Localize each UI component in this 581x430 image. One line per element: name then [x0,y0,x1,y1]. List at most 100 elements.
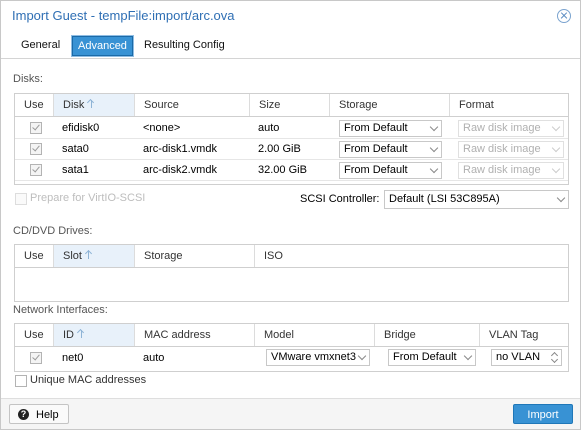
bridge-select[interactable]: From Default [388,349,476,366]
chevron-down-icon [463,351,473,361]
col-use-label: Use [24,329,44,341]
col-bridge[interactable]: Bridge [375,324,480,346]
bridge-value: From Default [393,351,457,363]
disk-name: sata0 [62,143,89,155]
col-source-label: Source [144,99,179,111]
scsi-controller-value: Default (LSI 53C895A) [389,193,500,205]
disk-name: sata1 [62,164,89,176]
col-id[interactable]: ID [54,324,135,346]
col-use-label: Use [24,250,44,262]
disk-source: arc-disk2.vmdk [143,164,217,176]
col-source[interactable]: Source [135,94,250,116]
sort-ascending-icon [87,99,95,109]
spinner-arrows-icon[interactable] [551,351,558,364]
storage-select[interactable]: From Default [339,141,442,158]
sort-ascending-icon [85,250,93,260]
col-use[interactable]: Use [15,245,54,267]
chevron-down-icon [551,122,561,132]
use-checkbox[interactable] [30,164,42,176]
unique-mac-checkbox[interactable] [15,375,27,387]
chevron-down-icon [429,122,439,132]
col-slot-label: Slot [63,250,82,262]
disk-source: <none> [143,122,181,134]
disk-size: 2.00 GiB [258,143,301,155]
col-use-label: Use [24,99,44,111]
scsi-controller-label: SCSI Controller: [300,193,380,205]
chevron-down-icon [556,193,566,203]
col-model-label: Model [264,329,294,341]
vlan-tag-spinner[interactable]: no VLAN [491,349,562,366]
col-disk[interactable]: Disk [54,94,135,116]
use-checkbox[interactable] [30,143,42,155]
col-disk-label: Disk [63,99,85,111]
format-value: Raw disk image [463,122,541,134]
col-use[interactable]: Use [15,324,54,346]
col-slot[interactable]: Slot [54,245,135,267]
format-value: Raw disk image [463,164,541,176]
col-storage[interactable]: Storage [135,245,255,267]
col-bridge-label: Bridge [384,329,416,341]
disk-name: efidisk0 [62,122,100,134]
prepare-virtio-checkbox [15,193,27,205]
dialog-title: Import Guest - tempFile:import/arc.ova [12,8,235,23]
format-value: Raw disk image [463,143,541,155]
network-grid-header: Use ID MAC address Model Bridge VLAN Tag [15,324,568,347]
col-use[interactable]: Use [15,94,54,116]
use-checkbox[interactable] [30,352,42,364]
model-value: VMware vmxnet3 [271,351,356,363]
mac-address: auto [143,352,165,364]
disks-section-label: Disks: [13,73,43,85]
dialog-footer: ? Help Import [1,398,580,429]
col-id-label: ID [63,329,74,341]
tab-bar: General Advanced Resulting Config [1,34,580,59]
tab-resulting-config[interactable]: Resulting Config [139,36,230,54]
unique-mac-label: Unique MAC addresses [30,374,147,386]
storage-select[interactable]: From Default [339,120,442,137]
col-mac-label: MAC address [144,329,211,341]
chevron-down-icon [429,143,439,153]
storage-value: From Default [344,143,408,155]
col-format[interactable]: Format [450,94,568,116]
col-iso-label: ISO [264,250,283,262]
col-model[interactable]: Model [255,324,375,346]
col-size[interactable]: Size [250,94,330,116]
tab-advanced[interactable]: Advanced [71,35,134,57]
use-checkbox[interactable] [30,122,42,134]
format-select: Raw disk image [458,141,564,158]
col-storage-label: Storage [339,99,378,111]
col-vlan-label: VLAN Tag [489,329,539,341]
storage-value: From Default [344,122,408,134]
cd-grid: Use Slot Storage ISO [14,244,569,302]
disks-grid-header: Use Disk Source Size Storage Format [15,94,568,117]
format-select: Raw disk image [458,162,564,179]
import-button[interactable]: Import [513,404,573,424]
chevron-down-icon [551,143,561,153]
cd-grid-header: Use Slot Storage ISO [15,245,568,268]
network-grid: Use ID MAC address Model Bridge VLAN Tag… [14,323,569,372]
question-icon: ? [18,409,29,420]
sort-ascending-icon [77,329,85,339]
help-label: Help [36,409,59,421]
disk-size: 32.00 GiB [258,164,307,176]
network-section-label: Network Interfaces: [13,304,108,316]
title-bar: Import Guest - tempFile:import/arc.ova [1,1,580,31]
col-storage[interactable]: Storage [330,94,450,116]
col-vlan-tag[interactable]: VLAN Tag [480,324,568,346]
table-row: sata1 arc-disk2.vmdk 32.00 GiB From Defa… [15,160,568,181]
model-select[interactable]: VMware vmxnet3 [266,349,370,366]
col-mac-address[interactable]: MAC address [135,324,255,346]
scsi-controller-select[interactable]: Default (LSI 53C895A) [384,190,569,209]
close-icon[interactable] [557,9,571,23]
tab-general[interactable]: General [16,36,65,54]
disk-source: arc-disk1.vmdk [143,143,217,155]
table-row: efidisk0 <none> auto From Default Raw di… [15,118,568,139]
chevron-down-icon [551,164,561,174]
storage-select[interactable]: From Default [339,162,442,179]
vlan-value: no VLAN [496,351,541,363]
chevron-down-icon [357,351,367,361]
prepare-virtio-label: Prepare for VirtIO-SCSI [30,192,146,204]
table-row: sata0 arc-disk1.vmdk 2.00 GiB From Defau… [15,139,568,160]
col-iso[interactable]: ISO [255,245,568,267]
help-button[interactable]: ? Help [9,404,69,424]
chevron-down-icon [429,164,439,174]
